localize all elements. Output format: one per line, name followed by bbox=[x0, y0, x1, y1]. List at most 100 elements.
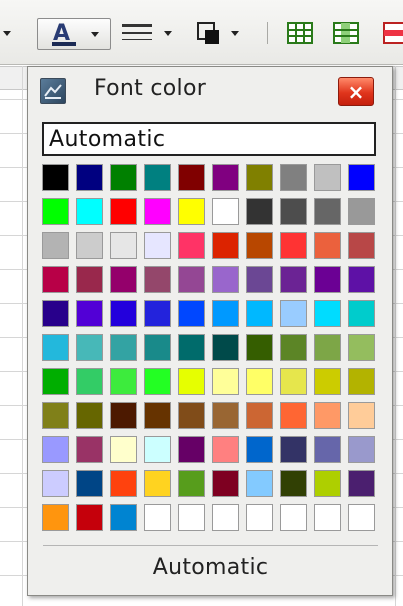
color-swatch[interactable] bbox=[76, 334, 103, 361]
color-swatch[interactable] bbox=[42, 300, 69, 327]
color-swatch[interactable] bbox=[246, 300, 273, 327]
color-swatch[interactable] bbox=[348, 368, 375, 395]
color-swatch[interactable] bbox=[348, 198, 375, 225]
color-swatch[interactable] bbox=[178, 368, 205, 395]
color-swatch[interactable] bbox=[348, 436, 375, 463]
color-swatch[interactable] bbox=[76, 368, 103, 395]
color-swatch[interactable] bbox=[314, 232, 341, 259]
color-swatch[interactable] bbox=[212, 198, 239, 225]
color-swatch[interactable] bbox=[144, 300, 171, 327]
color-swatch[interactable] bbox=[110, 198, 137, 225]
color-swatch[interactable] bbox=[212, 402, 239, 429]
color-swatch[interactable] bbox=[110, 504, 137, 531]
color-swatch[interactable] bbox=[212, 232, 239, 259]
color-swatch[interactable] bbox=[178, 164, 205, 191]
color-swatch[interactable] bbox=[178, 334, 205, 361]
color-swatch[interactable] bbox=[280, 164, 307, 191]
color-swatch[interactable] bbox=[110, 470, 137, 497]
color-swatch[interactable] bbox=[280, 232, 307, 259]
color-swatch[interactable] bbox=[42, 402, 69, 429]
color-swatch[interactable] bbox=[314, 300, 341, 327]
color-swatch[interactable] bbox=[246, 504, 273, 531]
popup-title-bar[interactable]: Font color × bbox=[28, 67, 392, 113]
color-swatch[interactable] bbox=[348, 300, 375, 327]
color-swatch[interactable] bbox=[348, 266, 375, 293]
color-swatch[interactable] bbox=[144, 232, 171, 259]
color-swatch[interactable] bbox=[144, 266, 171, 293]
color-swatch[interactable] bbox=[246, 266, 273, 293]
automatic-color-button[interactable]: Automatic bbox=[43, 549, 378, 585]
color-swatch[interactable] bbox=[314, 436, 341, 463]
color-swatch[interactable] bbox=[246, 198, 273, 225]
color-swatch[interactable] bbox=[144, 402, 171, 429]
color-swatch[interactable] bbox=[280, 436, 307, 463]
color-swatch[interactable] bbox=[110, 402, 137, 429]
color-swatch[interactable] bbox=[280, 470, 307, 497]
color-swatch[interactable] bbox=[280, 266, 307, 293]
color-swatch[interactable] bbox=[144, 164, 171, 191]
color-swatch[interactable] bbox=[42, 334, 69, 361]
color-swatch[interactable] bbox=[178, 266, 205, 293]
color-swatch[interactable] bbox=[314, 266, 341, 293]
color-swatch[interactable] bbox=[246, 334, 273, 361]
insert-rows-button[interactable] bbox=[281, 18, 319, 48]
close-button[interactable]: × bbox=[338, 77, 374, 106]
line-style-dropdown-arrow[interactable] bbox=[164, 30, 172, 36]
color-swatch[interactable] bbox=[280, 198, 307, 225]
color-swatch[interactable] bbox=[314, 368, 341, 395]
color-swatch[interactable] bbox=[212, 334, 239, 361]
color-swatch[interactable] bbox=[178, 300, 205, 327]
color-swatch[interactable] bbox=[280, 334, 307, 361]
color-swatch[interactable] bbox=[42, 504, 69, 531]
color-swatch[interactable] bbox=[144, 470, 171, 497]
color-swatch[interactable] bbox=[314, 504, 341, 531]
color-swatch[interactable] bbox=[246, 402, 273, 429]
color-swatch[interactable] bbox=[110, 334, 137, 361]
color-swatch[interactable] bbox=[178, 504, 205, 531]
color-swatch[interactable] bbox=[42, 164, 69, 191]
color-swatch[interactable] bbox=[110, 300, 137, 327]
font-color-button[interactable]: A bbox=[37, 18, 111, 50]
color-swatch[interactable] bbox=[246, 164, 273, 191]
font-color-dropdown-arrow[interactable] bbox=[91, 31, 99, 37]
color-swatch[interactable] bbox=[212, 164, 239, 191]
color-swatch[interactable] bbox=[314, 334, 341, 361]
color-swatch[interactable] bbox=[110, 368, 137, 395]
color-swatch[interactable] bbox=[144, 368, 171, 395]
color-swatch[interactable] bbox=[110, 164, 137, 191]
color-swatch[interactable] bbox=[314, 470, 341, 497]
color-swatch[interactable] bbox=[348, 164, 375, 191]
color-swatch[interactable] bbox=[212, 504, 239, 531]
border-color-dropdown-arrow[interactable] bbox=[231, 30, 239, 36]
color-swatch[interactable] bbox=[314, 402, 341, 429]
color-swatch[interactable] bbox=[76, 198, 103, 225]
color-swatch[interactable] bbox=[348, 334, 375, 361]
color-swatch[interactable] bbox=[246, 368, 273, 395]
color-swatch[interactable] bbox=[178, 436, 205, 463]
color-swatch[interactable] bbox=[280, 300, 307, 327]
color-swatch[interactable] bbox=[178, 402, 205, 429]
line-style-button[interactable] bbox=[113, 18, 179, 48]
color-swatch[interactable] bbox=[314, 164, 341, 191]
color-swatch[interactable] bbox=[246, 436, 273, 463]
color-swatch[interactable] bbox=[212, 470, 239, 497]
color-swatch[interactable] bbox=[42, 266, 69, 293]
color-swatch[interactable] bbox=[246, 232, 273, 259]
color-swatch[interactable] bbox=[144, 198, 171, 225]
color-swatch[interactable] bbox=[76, 470, 103, 497]
color-swatch[interactable] bbox=[348, 504, 375, 531]
color-swatch[interactable] bbox=[42, 470, 69, 497]
color-swatch[interactable] bbox=[76, 232, 103, 259]
color-swatch[interactable] bbox=[110, 266, 137, 293]
color-swatch[interactable] bbox=[348, 470, 375, 497]
color-swatch[interactable] bbox=[212, 266, 239, 293]
color-swatch[interactable] bbox=[76, 402, 103, 429]
toolbar-dropdown-arrow[interactable] bbox=[0, 18, 14, 48]
color-swatch[interactable] bbox=[110, 232, 137, 259]
color-swatch[interactable] bbox=[280, 368, 307, 395]
color-swatch[interactable] bbox=[212, 368, 239, 395]
color-swatch[interactable] bbox=[178, 198, 205, 225]
color-swatch[interactable] bbox=[42, 232, 69, 259]
color-swatch[interactable] bbox=[76, 300, 103, 327]
color-swatch[interactable] bbox=[144, 504, 171, 531]
